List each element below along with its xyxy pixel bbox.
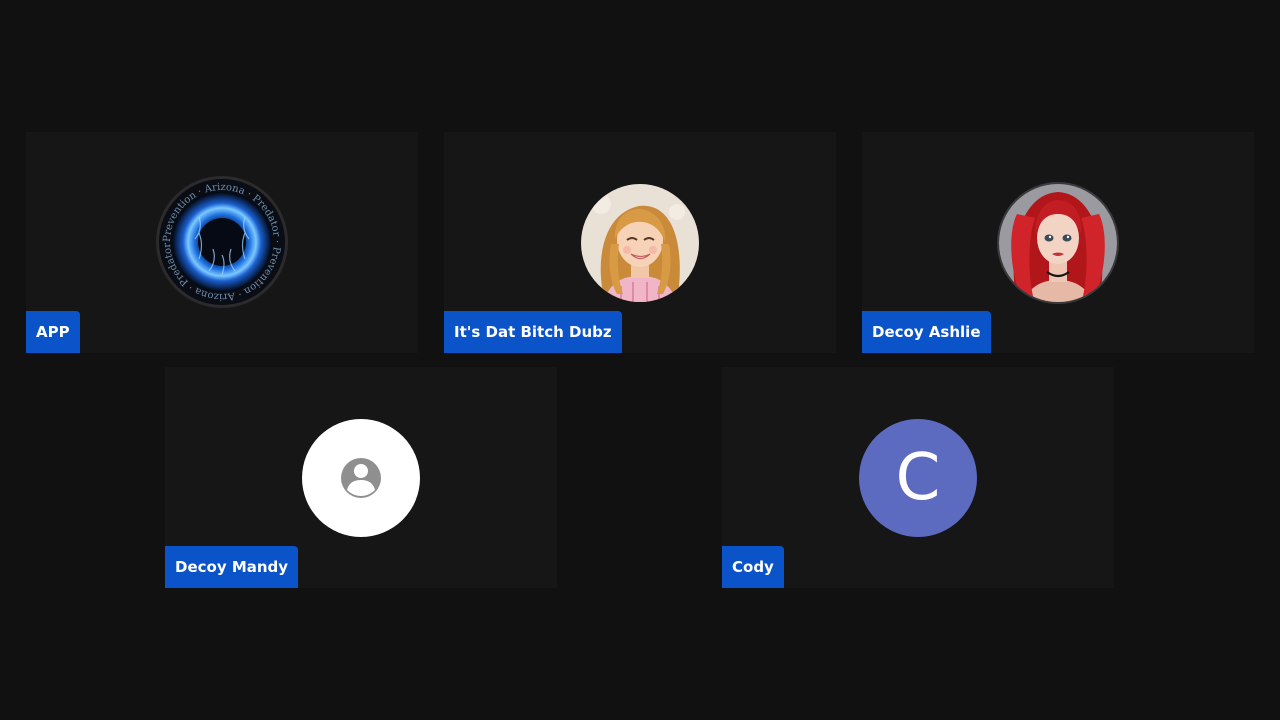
participant-tile-app[interactable]: Prevention · Arizona · Predator · Preven…: [26, 132, 418, 353]
participant-name-tag: Cody: [722, 546, 784, 588]
initial-letter-avatar: C: [859, 419, 977, 537]
cartoon-girl-photo-avatar: [581, 184, 699, 302]
participant-name-tag: APP: [26, 311, 80, 353]
participant-tile-decoy-mandy[interactable]: Decoy Mandy: [165, 367, 557, 588]
default-avatar: [302, 419, 420, 537]
participant-name-tag: Decoy Mandy: [165, 546, 299, 588]
participant-name-tag: Decoy Ashlie: [862, 311, 991, 353]
participant-tile-cody[interactable]: C Cody: [722, 367, 1114, 588]
default-person-icon: [341, 458, 381, 498]
participant-name-tag: It's Dat Bitch Dubz: [444, 311, 622, 353]
flame-ring-logo-avatar: Prevention · Arizona · Predator · Preven…: [159, 179, 285, 305]
video-grid: Prevention · Arizona · Predator · Preven…: [0, 0, 1280, 720]
participant-tile-dubz[interactable]: It's Dat Bitch Dubz: [444, 132, 836, 353]
participant-tile-decoy-ashlie[interactable]: Decoy Ashlie: [862, 132, 1254, 353]
red-haired-girl-photo-avatar: [999, 184, 1117, 302]
